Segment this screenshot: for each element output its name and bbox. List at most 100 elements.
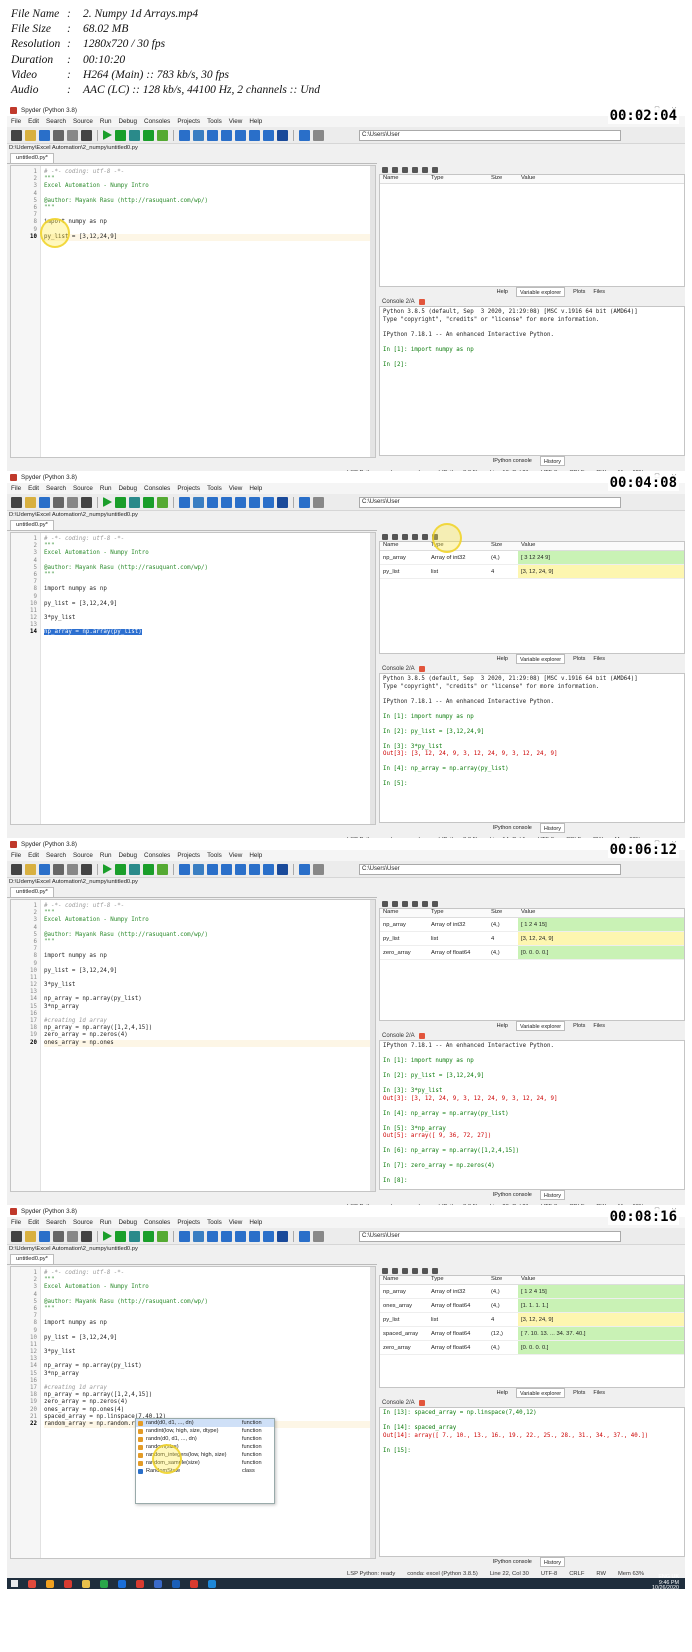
run-cell-advance-icon[interactable] <box>129 496 140 508</box>
maximize-pane-icon[interactable] <box>263 1230 274 1242</box>
code-editor[interactable]: 1 # -*- coding: utf-8 -*- 2 """ 3 Excel Autom… <box>10 1266 376 1559</box>
save-all-icon[interactable] <box>53 129 64 141</box>
editor-tab-untitled0[interactable]: untitled0.py* <box>10 1254 54 1264</box>
refresh-icon[interactable] <box>432 166 438 173</box>
editor-tab-untitled0[interactable]: untitled0.py* <box>10 887 54 897</box>
windows-start-icon[interactable] <box>11 1580 18 1587</box>
import-data-icon[interactable] <box>382 533 388 540</box>
search-icon[interactable] <box>422 900 428 907</box>
menu-item-view[interactable]: View <box>229 1219 243 1226</box>
continue-icon[interactable] <box>235 496 246 508</box>
autocomplete-item[interactable]: randn(d0, d1, ..., dn) function <box>136 1435 274 1443</box>
save-icon[interactable] <box>39 1230 50 1242</box>
menu-item-help[interactable]: Help <box>249 852 262 859</box>
new-file-icon[interactable] <box>11 1230 22 1242</box>
tab-plots[interactable]: Plots <box>573 654 585 664</box>
tab-history[interactable]: History <box>539 456 565 466</box>
autocomplete-item[interactable]: randint(low, high, size, dtype) function <box>136 1427 274 1435</box>
list-icon[interactable] <box>67 1230 78 1242</box>
save-icon[interactable] <box>39 496 50 508</box>
column-header-value[interactable]: Value <box>518 542 678 550</box>
wrench-icon[interactable] <box>299 129 310 141</box>
step-into-icon[interactable] <box>207 1230 218 1242</box>
tab-ipython-console[interactable]: IPython console <box>493 823 532 833</box>
python-path-icon[interactable] <box>313 496 324 508</box>
menu-item-consoles[interactable]: Consoles <box>144 1219 170 1226</box>
new-file-icon[interactable] <box>11 863 22 875</box>
at-icon[interactable] <box>81 863 92 875</box>
tab-help[interactable]: Help <box>497 654 508 664</box>
column-header-name[interactable]: Name <box>380 542 428 550</box>
ipython-console[interactable]: Python 3.8.5 (default, Sep 3 2020, 21:29… <box>379 306 685 456</box>
console-tab[interactable]: Console 2/A <box>382 1033 415 1039</box>
save-all-icon[interactable] <box>53 863 64 875</box>
editor-scrollbar[interactable] <box>370 533 375 824</box>
menu-item-debug[interactable]: Debug <box>118 118 137 125</box>
close-console-icon[interactable] <box>418 1399 425 1406</box>
stop-debug-icon[interactable] <box>249 496 260 508</box>
editor-tab-untitled0[interactable]: untitled0.py* <box>10 153 54 163</box>
menu-item-debug[interactable]: Debug <box>118 1219 137 1226</box>
run-icon[interactable] <box>103 497 112 507</box>
code-editor[interactable]: 1 # -*- coding: utf-8 -*- 2 """ 3 Excel Autom… <box>10 165 376 458</box>
variable-row[interactable]: zero_array Array of float64 (4,) [0. 0. 0. … <box>380 946 684 960</box>
menu-item-file[interactable]: File <box>11 1219 21 1226</box>
run-cell-advance-icon[interactable] <box>129 863 140 875</box>
at-icon[interactable] <box>81 1230 92 1242</box>
variable-row[interactable]: py_list list 4 [3, 12, 24, 9] <box>380 932 684 946</box>
python-path-icon[interactable] <box>313 1230 324 1242</box>
run-cell-icon[interactable] <box>115 863 126 875</box>
variable-row[interactable]: np_array Array of int32 (4,) [ 3 12 24 9] <box>380 551 684 565</box>
tab-help[interactable]: Help <box>497 1021 508 1031</box>
autocomplete-item[interactable]: rand(d0, d1, ..., dn) function <box>136 1419 274 1427</box>
reset-namespace-icon[interactable] <box>412 900 418 907</box>
save-data-icon[interactable] <box>392 900 398 907</box>
working-directory-input[interactable]: C:\Users\User <box>359 129 621 141</box>
console-tab[interactable]: Console 2/A <box>382 666 415 672</box>
maximize-pane-icon[interactable] <box>263 863 274 875</box>
menu-item-debug[interactable]: Debug <box>118 485 137 492</box>
run-selection-icon[interactable] <box>143 863 154 875</box>
step-return-icon[interactable] <box>221 129 232 141</box>
column-header-name[interactable]: Name <box>380 1276 428 1284</box>
tab-variable-explorer[interactable]: Variable explorer <box>515 287 566 297</box>
run-cell-advance-icon[interactable] <box>129 129 140 141</box>
tab-plots[interactable]: Plots <box>573 1388 585 1398</box>
close-console-icon[interactable] <box>418 298 425 305</box>
menu-item-edit[interactable]: Edit <box>28 852 39 859</box>
refresh-icon[interactable] <box>432 900 438 907</box>
tab-plots[interactable]: Plots <box>573 287 585 297</box>
fullscreen-icon[interactable] <box>277 863 288 875</box>
menu-item-tools[interactable]: Tools <box>207 1219 222 1226</box>
menu-item-projects[interactable]: Projects <box>177 485 200 492</box>
debug-icon[interactable] <box>179 1230 190 1242</box>
menu-item-projects[interactable]: Projects <box>177 118 200 125</box>
menu-item-source[interactable]: Source <box>73 852 93 859</box>
run-icon[interactable] <box>103 130 112 140</box>
menu-item-help[interactable]: Help <box>249 485 262 492</box>
step-into-icon[interactable] <box>207 863 218 875</box>
column-header-type[interactable]: Type <box>428 175 488 183</box>
save-data-icon[interactable] <box>392 533 398 540</box>
tab-variable-explorer[interactable]: Variable explorer <box>515 1021 566 1031</box>
editor-scrollbar[interactable] <box>370 1267 375 1558</box>
at-icon[interactable] <box>81 129 92 141</box>
working-directory-input[interactable]: C:\Users\User <box>359 496 621 508</box>
import-data-icon[interactable] <box>382 166 388 173</box>
step-into-icon[interactable] <box>207 129 218 141</box>
menu-item-projects[interactable]: Projects <box>177 852 200 859</box>
code-editor[interactable]: 1 # -*- coding: utf-8 -*- 2 """ 3 Excel Autom… <box>10 899 376 1192</box>
tab-history[interactable]: History <box>539 1190 565 1200</box>
save-data-icon[interactable] <box>392 166 398 173</box>
fullscreen-icon[interactable] <box>277 1230 288 1242</box>
stop-debug-icon[interactable] <box>249 863 260 875</box>
tab-variable-explorer[interactable]: Variable explorer <box>515 1388 566 1398</box>
editor-tab-untitled0[interactable]: untitled0.py* <box>10 520 54 530</box>
column-header-type[interactable]: Type <box>428 909 488 917</box>
console-tab[interactable]: Console 2/A <box>382 299 415 305</box>
import-data-icon[interactable] <box>382 900 388 907</box>
step-return-icon[interactable] <box>221 1230 232 1242</box>
variable-row[interactable]: spaced_array Array of float64 (12,) [ 7. 10… <box>380 1327 684 1341</box>
editor-scrollbar[interactable] <box>370 166 375 457</box>
tab-history[interactable]: History <box>539 823 565 833</box>
